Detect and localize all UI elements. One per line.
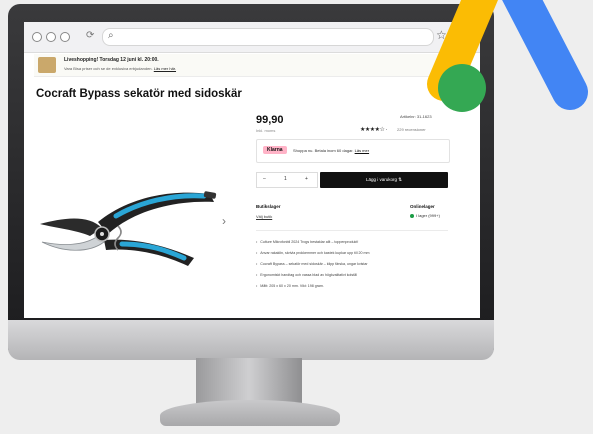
window-minimize-dot[interactable] [46,32,56,42]
feature-item: Anvar rakaklin, skrivla prokkemmer och k… [256,251,369,262]
klarna-badge: Klarna [263,146,287,154]
search-icon: ⌕ [108,30,114,41]
banner-text: Vara Bisa priser och se de exklusiva erb… [64,66,177,71]
reload-icon[interactable]: ⟳ [86,30,94,41]
address-bar[interactable]: ⌕ [102,28,434,46]
monitor-chin [8,320,494,360]
feature-list: Culture Mikrofonbil 2024 Trogs bestaklar… [256,240,370,295]
klarna-text: Shoppa nu. Betala inom 60 dagar. Läs mer [293,148,370,153]
price-note: Inkl. moms [256,128,276,133]
banner-link[interactable]: Läs mer här. [154,66,176,71]
reviews-link[interactable]: 229 recensioner [397,127,426,132]
monitor-screen: ⟳ ⌕ ☆ Liveshopping! Torsdag 12 juni kl. … [24,22,480,318]
feature-item: Culture Mikrofonbil 2024 Trogs bestaklar… [256,240,370,251]
browser-toolbar: ⟳ ⌕ ☆ [24,22,480,53]
product-price: 99,90 [256,114,284,126]
quantity-value[interactable]: 1 [284,176,287,182]
rating-stars: ★★★★☆ · [360,127,388,133]
product-image-pruning-shears [40,191,217,266]
quantity-stepper: – 1 + [256,172,318,188]
banner-thumbnail [38,57,56,73]
choose-store-link[interactable]: Välj butik [256,214,272,219]
add-to-cart-button[interactable]: Lägg i varukorg ⇅ [320,172,448,188]
feature-item: Mått: 205 x 60 x 20 mm. Vikt: 198 gram. [256,284,370,295]
in-stock-dot-icon [410,213,414,218]
feature-item: Cocraft Bypass – sekatör med sidoskär – … [256,262,370,273]
online-stock-status: I lager (999+) [410,213,440,218]
banner-title: Liveshopping! Torsdag 12 juni kl. 20:00. [64,57,159,63]
next-image-arrow[interactable]: › [222,214,226,228]
online-stock-heading: Onlinelager [410,204,435,209]
monitor-stand-base [160,400,340,426]
quantity-decrease-button[interactable]: – [263,176,266,182]
window-close-dot[interactable] [32,32,42,42]
store-stock-heading: Butikslager [256,204,281,209]
divider [256,230,448,231]
quantity-increase-button[interactable]: + [305,176,308,182]
feature-item: Ergonomiskt handtag och vassa blad av hö… [256,273,370,284]
google-ads-logo-icon [427,0,588,112]
liveshopping-banner: Liveshopping! Torsdag 12 juni kl. 20:00.… [34,54,470,77]
klarna-info-box: Klarna Shoppa nu. Betala inom 60 dagar. … [256,139,450,163]
window-maximize-dot[interactable] [60,32,70,42]
klarna-read-more-link[interactable]: Läs mer [355,148,369,153]
product-title: Cocraft Bypass sekatör med sidoskär [36,88,242,100]
